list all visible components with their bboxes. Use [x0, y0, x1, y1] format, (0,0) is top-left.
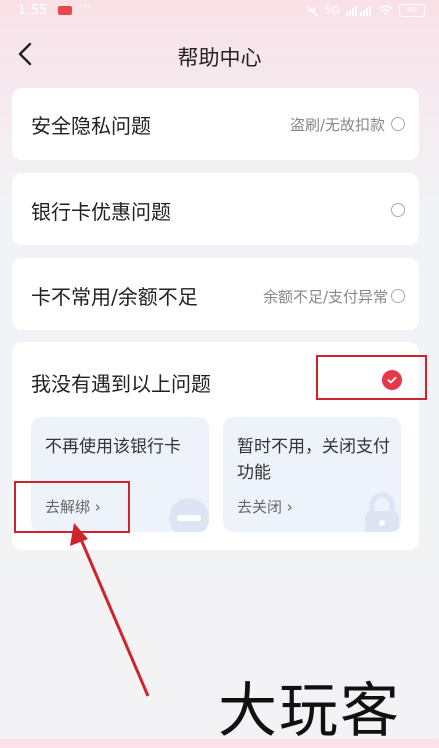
watermark: 大玩客	[218, 676, 402, 745]
annotation-arrow	[70, 523, 150, 697]
